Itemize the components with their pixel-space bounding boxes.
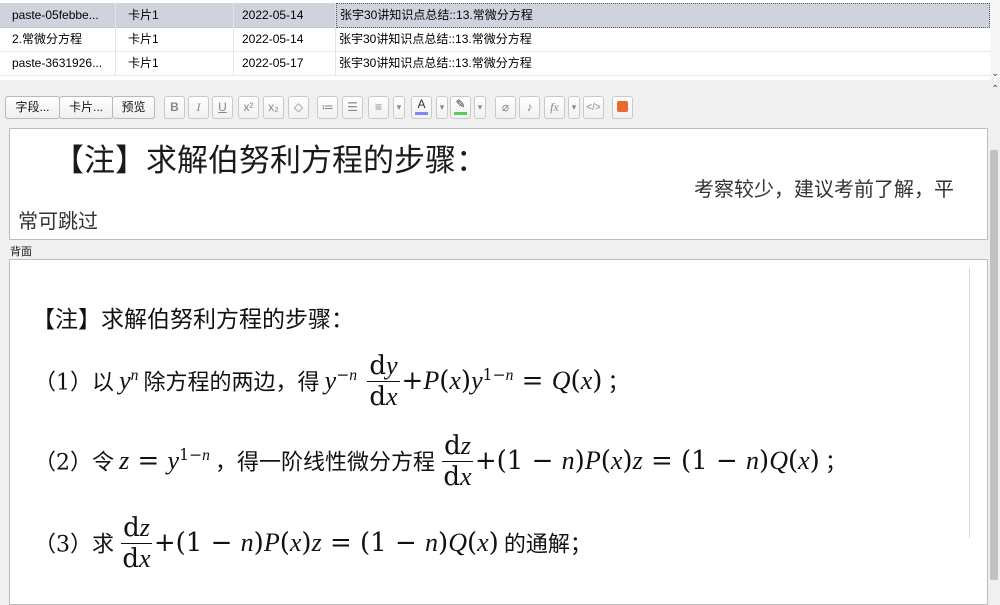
underline-icon[interactable]: U (212, 96, 233, 119)
front-note-line2: 常可跳过 (18, 209, 98, 233)
formula: y−n dy dx +P(x)y1−n = Q(x) (324, 351, 603, 412)
function-icon[interactable]: fx (544, 96, 565, 119)
text-color-icon[interactable]: A (411, 96, 432, 119)
superscript-icon[interactable]: x² (238, 96, 259, 119)
deck-cell: 张宇30讲知识点总结::13.常微分方程 (336, 27, 990, 52)
chevron-down-icon[interactable]: ▾ (393, 96, 405, 119)
highlight-color-swatch (454, 112, 467, 115)
back-title: 【注】求解伯努利方程的步骤： (32, 307, 354, 333)
step-1-end: ； (607, 370, 630, 396)
chevron-down-icon[interactable]: ▾ (474, 96, 486, 119)
sort-field-cell: 2.常微分方程 (0, 27, 116, 52)
microphone-icon[interactable]: ♪ (519, 96, 540, 119)
step-2-end: ； (824, 450, 847, 476)
highlight-icon[interactable]: ✎ (450, 96, 471, 119)
formula: dz dx +(1 − n)P(x)z = (1 − n)Q(x) (121, 513, 499, 574)
chevron-down-icon[interactable]: ⌄ (991, 68, 999, 79)
table-row[interactable]: 2.常微分方程 卡片1 2022-05-14 张宇30讲知识点总结::13.常微… (0, 27, 990, 52)
card-cell: 卡片1 (116, 3, 234, 28)
italic-icon[interactable]: I (188, 96, 209, 119)
text-color-swatch (415, 112, 428, 115)
date-cell: 2022-05-14 (234, 27, 336, 52)
image-occlusion-icon[interactable] (612, 96, 633, 119)
ordered-list-icon[interactable]: ☰ (342, 96, 363, 119)
date-cell: 2022-05-17 (234, 51, 336, 76)
front-title: 【注】求解伯努利方程的步骤： (53, 143, 487, 179)
front-field[interactable]: 【注】求解伯努利方程的步骤： 考察较少，建议考前了解，平 常可跳过 (9, 128, 988, 240)
fields-button[interactable]: 字段... (5, 96, 60, 119)
html-editor-icon[interactable]: </> (583, 96, 604, 119)
unordered-list-icon[interactable]: ≔ (317, 96, 338, 119)
step-2-mid: ，得一阶线性微分方程 (214, 450, 435, 476)
eraser-icon[interactable]: ◇ (288, 96, 309, 119)
date-cell: 2022-05-14 (234, 3, 336, 28)
bold-icon[interactable]: B (164, 96, 185, 119)
card-cell: 卡片1 (116, 27, 234, 52)
deck-cell: 张宇30讲知识点总结::13.常微分方程 (336, 3, 990, 28)
cards-button[interactable]: 卡片... (59, 96, 113, 119)
back-field[interactable]: 【注】求解伯努利方程的步骤： （1）以 yn 除方程的两边，得 y−n dy dx… (9, 259, 988, 605)
card-cell: 卡片1 (116, 51, 234, 76)
step-1-prefix: （1）以 (34, 370, 114, 396)
front-note-line1: 考察较少，建议考前了解，平 (694, 177, 954, 201)
deck-cell: 张宇30讲知识点总结::13.常微分方程 (336, 51, 990, 76)
editor-scrollbar-thumb[interactable] (990, 150, 998, 580)
step-2: （2）令 z = y1−n ，得一阶线性微分方程 dz dx +(1 − n)P(x… (34, 431, 847, 492)
step-3-prefix: （3）求 (34, 532, 114, 558)
formula: z = y1−n (119, 445, 210, 477)
back-field-label: 背面 (10, 246, 32, 258)
step-2-prefix: （2）令 (34, 450, 114, 476)
preview-button[interactable]: 预览 (112, 96, 155, 119)
table-row[interactable]: paste-3631926... 卡片1 2022-05-17 张宇30讲知识点… (0, 51, 990, 76)
chevron-down-icon[interactable]: ▾ (436, 96, 448, 119)
step-1-mid: 除方程的两边，得 (143, 370, 320, 396)
sort-field-cell: paste-05febbe... (0, 3, 116, 28)
table-row[interactable]: paste-05febbe... 卡片1 2022-05-14 张宇30讲知识点… (0, 3, 990, 28)
step-3-end: 的通解； (503, 532, 592, 558)
image-edge (969, 268, 977, 538)
card-browser-table: paste-05febbe... 卡片1 2022-05-14 张宇30讲知识点… (0, 0, 990, 80)
table-scrollbar[interactable]: ⌄ (990, 0, 1000, 80)
subscript-icon[interactable]: x₂ (263, 96, 284, 119)
sort-field-cell: paste-3631926... (0, 51, 116, 76)
step-3: （3）求 dz dx +(1 − n)P(x)z = (1 − n)Q(x) 的通解… (34, 513, 592, 574)
editor-scrollbar[interactable] (988, 124, 1000, 605)
editor-toolbar: 字段... 卡片... 预览 B I U x² x₂ ◇ ≔ ☰ ≡ ▾ A ▾… (0, 92, 1000, 124)
formula: dz dx +(1 − n)P(x)z = (1 − n)Q(x) (442, 431, 820, 492)
formula: yn (119, 366, 139, 396)
step-1: （1）以 yn 除方程的两边，得 y−n dy dx +P(x)y1−n = Q(x… (34, 351, 630, 412)
chevron-down-icon[interactable]: ▾ (568, 96, 580, 119)
align-icon[interactable]: ≡ (368, 96, 389, 119)
attach-icon[interactable]: ⌀ (495, 96, 516, 119)
